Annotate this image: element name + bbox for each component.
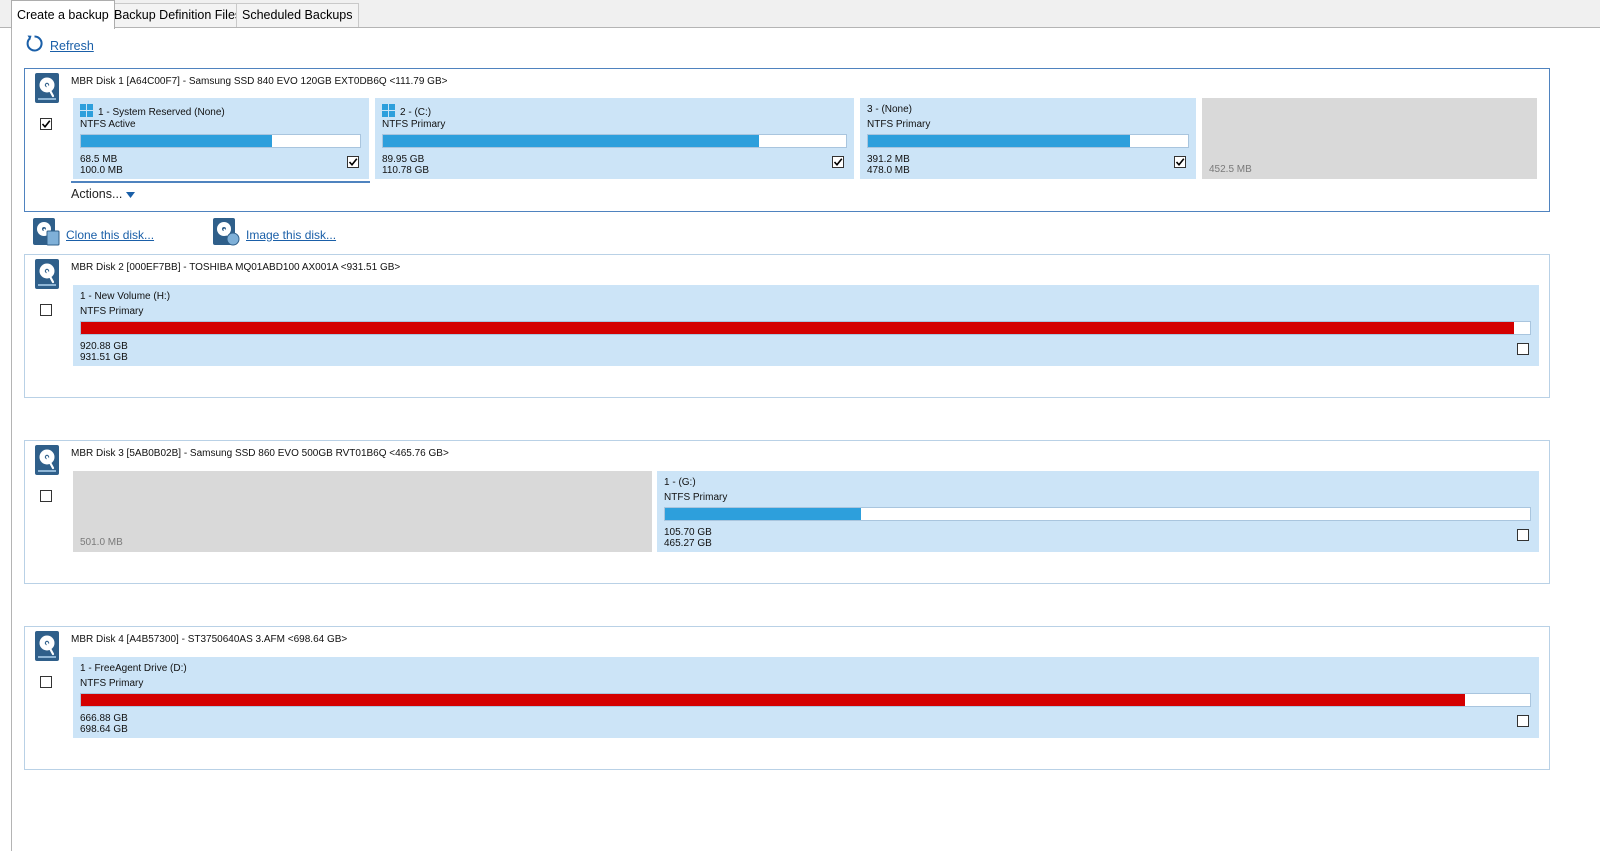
partition-type: NTFS Primary (80, 678, 144, 689)
usage-fill (81, 694, 1465, 706)
total-size: 698.64 GB (80, 724, 128, 735)
windows-icon (382, 104, 395, 120)
unallocated-size: 501.0 MB (80, 537, 123, 548)
unallocated-space[interactable]: 501.0 MB (73, 471, 652, 552)
partition-selection-line (71, 181, 370, 183)
partition-type: NTFS Primary (664, 492, 728, 503)
partition-type: NTFS Primary (80, 306, 144, 317)
tab-scheduled-backups[interactable]: Scheduled Backups (236, 3, 359, 27)
usage-bar (867, 134, 1189, 148)
partition-checkbox[interactable] (347, 156, 359, 168)
partition-checkbox[interactable] (1174, 156, 1186, 168)
used-size: 105.70 GB (664, 527, 712, 538)
used-size: 666.88 GB (80, 713, 128, 724)
total-size: 931.51 GB (80, 352, 128, 363)
partition-type: NTFS Primary (867, 119, 931, 130)
partition-name: 1 - FreeAgent Drive (D:) (80, 663, 187, 674)
partition-1-freeagent-drive-d[interactable]: 1 - FreeAgent Drive (D:) NTFS Primary 66… (73, 657, 1539, 738)
total-size: 465.27 GB (664, 538, 712, 549)
total-size: 100.0 MB (80, 165, 123, 176)
disk-title: MBR Disk 4 [A4B57300] - ST3750640AS 3.AF… (71, 634, 348, 645)
clone-disk-label[interactable]: Clone this disk... (66, 228, 154, 242)
usage-bar (664, 507, 1531, 521)
chevron-down-icon (126, 187, 136, 201)
used-size: 89.95 GB (382, 154, 425, 165)
image-disk-icon (211, 217, 241, 252)
usage-fill (665, 508, 862, 520)
usage-bar (80, 134, 361, 148)
tab-create-backup[interactable]: Create a backup (11, 0, 115, 29)
partition-checkbox[interactable] (832, 156, 844, 168)
disk-checkbox[interactable] (40, 676, 52, 688)
disk-title: MBR Disk 1 [A64C00F7] - Samsung SSD 840 … (71, 76, 448, 87)
disk-4: MBR Disk 4 [A4B57300] - ST3750640AS 3.AF… (24, 626, 1550, 770)
partition-name-row: 1 - System Reserved (None) (80, 104, 225, 120)
partition-checkbox[interactable] (1517, 343, 1529, 355)
clone-disk-link[interactable]: Clone this disk... (31, 217, 154, 252)
clone-disk-icon (31, 217, 61, 252)
partition-name: 2 - (C:) (400, 106, 432, 118)
disk-3: MBR Disk 3 [5AB0B02B] - Samsung SSD 860 … (24, 440, 1550, 584)
disk-checkbox[interactable] (40, 304, 52, 316)
usage-fill (383, 135, 759, 147)
used-size: 391.2 MB (867, 154, 910, 165)
image-disk-label[interactable]: Image this disk... (246, 228, 336, 242)
used-size: 920.88 GB (80, 341, 128, 352)
refresh-link[interactable]: Refresh (25, 34, 94, 58)
partition-type: NTFS Active (80, 119, 136, 130)
image-disk-link[interactable]: Image this disk... (211, 217, 336, 252)
hard-disk-icon (34, 631, 60, 661)
partition-2-c-drive[interactable]: 2 - (C:) NTFS Primary 89.95 GB 110.78 GB (375, 98, 854, 179)
usage-fill (868, 135, 1130, 147)
partition-name: 1 - New Volume (H:) (80, 291, 171, 302)
disk-1: MBR Disk 1 [A64C00F7] - Samsung SSD 840 … (24, 68, 1550, 212)
partition-1-new-volume-h[interactable]: 1 - New Volume (H:) NTFS Primary 920.88 … (73, 285, 1539, 366)
partition-name: 1 - (G:) (664, 477, 696, 488)
actions-menu[interactable]: Actions... (71, 187, 136, 201)
usage-bar (80, 321, 1531, 335)
total-size: 478.0 MB (867, 165, 910, 176)
disk-checkbox[interactable] (40, 490, 52, 502)
tab-backup-definition-files[interactable]: Backup Definition Files (108, 3, 248, 27)
partition-name: 3 - (None) (867, 104, 913, 115)
disk-2: MBR Disk 2 [000EF7BB] - TOSHIBA MQ01ABD1… (24, 254, 1550, 398)
usage-bar (80, 693, 1531, 707)
actions-label: Actions... (71, 187, 123, 201)
unallocated-space[interactable]: 452.5 MB (1202, 98, 1537, 179)
partition-name-row: 2 - (C:) (382, 104, 431, 120)
usage-fill (81, 135, 273, 147)
usage-fill (81, 322, 1515, 334)
partition-1-system-reserved[interactable]: 1 - System Reserved (None) NTFS Active 6… (73, 98, 369, 179)
hard-disk-icon (34, 73, 60, 103)
disk-title: MBR Disk 3 [5AB0B02B] - Samsung SSD 860 … (71, 448, 449, 459)
partition-type: NTFS Primary (382, 119, 446, 130)
windows-icon (80, 104, 93, 120)
refresh-label[interactable]: Refresh (50, 39, 94, 53)
hard-disk-icon (34, 445, 60, 475)
used-size: 68.5 MB (80, 154, 118, 165)
partition-3-none[interactable]: 3 - (None) NTFS Primary 391.2 MB 478.0 M… (860, 98, 1196, 179)
partition-1-g-drive[interactable]: 1 - (G:) NTFS Primary 105.70 GB 465.27 G… (657, 471, 1539, 552)
hard-disk-icon (34, 259, 60, 289)
disk-checkbox[interactable] (40, 118, 52, 130)
unallocated-size: 452.5 MB (1209, 164, 1252, 175)
refresh-icon (25, 34, 44, 58)
total-size: 110.78 GB (382, 165, 430, 176)
partition-checkbox[interactable] (1517, 529, 1529, 541)
disk-title: MBR Disk 2 [000EF7BB] - TOSHIBA MQ01ABD1… (71, 262, 401, 273)
partition-name: 1 - System Reserved (None) (98, 106, 225, 118)
usage-bar (382, 134, 847, 148)
partition-checkbox[interactable] (1517, 715, 1529, 727)
